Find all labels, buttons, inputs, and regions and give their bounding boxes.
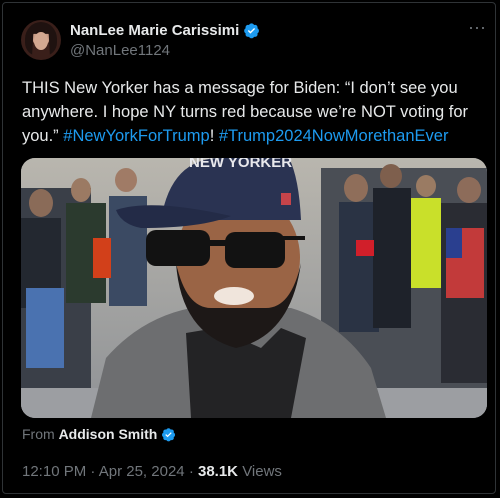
video-frame-image: NEW YORKER <box>21 158 487 418</box>
hashtag-trump2024[interactable]: #Trump2024NowMorethanEver <box>219 127 449 145</box>
author-display-name[interactable]: NanLee Marie Carissimi <box>70 22 239 39</box>
more-options-icon[interactable]: ··· <box>467 18 487 40</box>
tweet-text: THIS New Yorker has a message for Biden:… <box>22 76 484 148</box>
views-count: 38.1K <box>197 463 239 480</box>
hat-text: NEW YORKER <box>189 158 292 171</box>
tweet-time[interactable]: 12:10 PM <box>22 463 86 480</box>
views-label: Views <box>242 463 282 480</box>
avatar-face <box>34 32 48 50</box>
meta-dot-2: · <box>188 463 194 480</box>
author-handle[interactable]: @NanLee1124 <box>70 42 170 59</box>
author-avatar[interactable] <box>21 20 61 60</box>
meta-dot: · <box>90 463 96 480</box>
from-label: From <box>22 426 55 442</box>
tweet-video[interactable]: NEW YORKER <box>21 158 487 418</box>
verified-badge-icon <box>244 23 259 39</box>
tweet-separator: ! <box>209 127 219 145</box>
source-attribution: From Addison Smith <box>22 426 176 442</box>
source-verified-icon <box>162 428 176 442</box>
source-name[interactable]: Addison Smith <box>59 426 158 442</box>
hashtag-newyorkfortrump[interactable]: #NewYorkForTrump <box>63 127 209 145</box>
tweet-meta: 12:10 PM · Apr 25, 2024 · 38.1K Views <box>22 463 282 480</box>
tweet-date[interactable]: Apr 25, 2024 <box>99 463 185 480</box>
